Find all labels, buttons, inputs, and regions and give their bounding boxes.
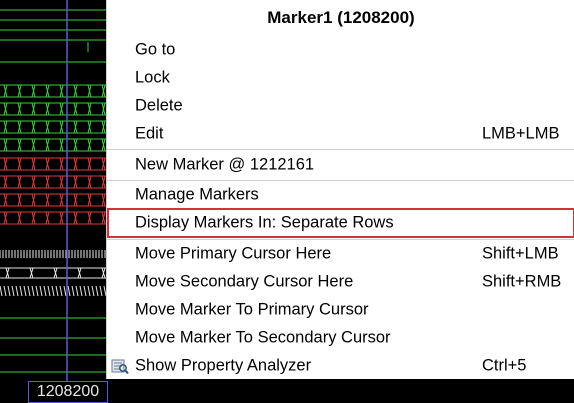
- menu-item-edit[interactable]: Edit LMB+LMB: [107, 120, 574, 148]
- menu-item-shortcut: Ctrl+5: [482, 356, 527, 375]
- menu-item-label: Delete: [135, 96, 183, 115]
- menu-item-new-marker[interactable]: New Marker @ 1212161: [107, 151, 574, 179]
- marker-time-label[interactable]: 1208200: [28, 381, 108, 403]
- menu-item-move-marker-to-secondary-cursor[interactable]: Move Marker To Secondary Cursor: [107, 324, 574, 352]
- menu-item-label: Move Secondary Cursor Here: [135, 272, 354, 291]
- menu-item-label: Show Property Analyzer: [135, 356, 312, 375]
- menu-item-shortcut: Shift+RMB: [482, 272, 562, 291]
- menu-separator: [107, 149, 574, 150]
- menu-item-label: Lock: [135, 68, 170, 87]
- property-analyzer-icon: [111, 357, 129, 375]
- marker-context-menu: Marker1 (1208200) Go to Lock Delete Edit…: [106, 0, 574, 379]
- menu-item-move-secondary-cursor-here[interactable]: Move Secondary Cursor Here Shift+RMB: [107, 268, 574, 296]
- menu-item-label: Manage Markers: [135, 185, 259, 204]
- menu-item-go-to[interactable]: Go to: [107, 36, 574, 64]
- menu-item-show-property-analyzer[interactable]: Show Property Analyzer Ctrl+5: [107, 352, 574, 380]
- menu-item-manage-markers[interactable]: Manage Markers: [107, 181, 574, 209]
- menu-item-label: Edit: [135, 124, 164, 143]
- menu-item-label: Move Primary Cursor Here: [135, 244, 332, 263]
- menu-item-move-primary-cursor-here[interactable]: Move Primary Cursor Here Shift+LMB: [107, 240, 574, 268]
- menu-title: Marker1 (1208200): [267, 8, 415, 27]
- menu-item-move-marker-to-primary-cursor[interactable]: Move Marker To Primary Cursor: [107, 296, 574, 324]
- menu-item-label: Display Markers In: Separate Rows: [135, 213, 394, 232]
- menu-item-label: Move Marker To Secondary Cursor: [135, 328, 391, 347]
- marker-time-text: 1208200: [36, 383, 100, 400]
- menu-item-label: Move Marker To Primary Cursor: [135, 300, 369, 319]
- menu-item-shortcut: LMB+LMB: [482, 124, 560, 143]
- menu-item-label: Go to: [135, 40, 176, 59]
- menu-item-delete[interactable]: Delete: [107, 92, 574, 120]
- menu-item-display-markers-in[interactable]: Display Markers In: Separate Rows: [107, 209, 574, 237]
- menu-item-label: New Marker @ 1212161: [135, 155, 315, 174]
- menu-item-shortcut: Shift+LMB: [482, 244, 559, 263]
- menu-item-lock[interactable]: Lock: [107, 64, 574, 92]
